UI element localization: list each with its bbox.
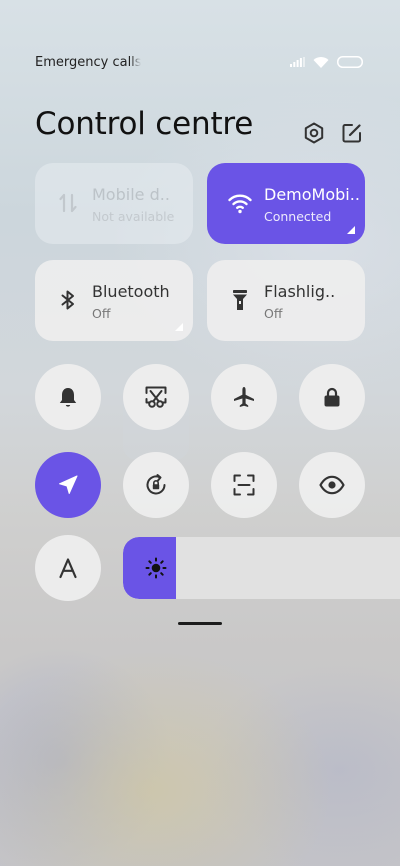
eye-icon bbox=[318, 471, 346, 499]
tile-status: Not available bbox=[92, 209, 175, 224]
tile-label: Bluetooth bbox=[92, 282, 170, 301]
wifi-icon bbox=[227, 190, 253, 216]
screenshot-scissors-icon bbox=[143, 384, 169, 410]
toggle-lock-screen[interactable] bbox=[299, 364, 365, 430]
wifi-icon bbox=[313, 56, 329, 68]
font-size-icon bbox=[56, 556, 80, 580]
location-icon bbox=[56, 473, 80, 497]
toggle-reading-mode[interactable] bbox=[299, 452, 365, 518]
tile-label: Mobile d.. bbox=[92, 185, 170, 204]
signal-icon bbox=[290, 57, 305, 67]
toggle-airplane-mode[interactable] bbox=[211, 364, 277, 430]
flashlight-icon bbox=[227, 287, 253, 313]
tile-wifi[interactable]: DemoMobi.. Connected bbox=[207, 163, 365, 244]
tile-mobile-data[interactable]: Mobile d.. Not available bbox=[35, 163, 193, 244]
toggle-scanner[interactable] bbox=[211, 452, 277, 518]
tile-label: Flashlig.. bbox=[264, 282, 336, 301]
tile-status: Off bbox=[92, 306, 111, 321]
expand-corner-icon bbox=[347, 226, 355, 234]
tile-status: Connected bbox=[264, 209, 332, 224]
status-icons bbox=[290, 56, 363, 68]
edit-icon bbox=[340, 121, 364, 145]
status-bar: Emergency calls only bbox=[35, 55, 365, 73]
brightness-slider[interactable] bbox=[123, 537, 400, 599]
tile-bluetooth[interactable]: Bluetooth Off bbox=[35, 260, 193, 341]
toggle-silent[interactable] bbox=[35, 364, 101, 430]
settings-button[interactable] bbox=[302, 121, 326, 145]
expand-corner-icon bbox=[175, 323, 183, 331]
lock-icon bbox=[320, 385, 344, 409]
bluetooth-icon bbox=[55, 287, 81, 313]
settings-icon bbox=[302, 121, 326, 145]
rotation-lock-icon bbox=[143, 472, 169, 498]
toggle-rotation-lock[interactable] bbox=[123, 452, 189, 518]
airplane-icon bbox=[231, 384, 257, 410]
home-indicator[interactable] bbox=[178, 622, 222, 625]
scanner-icon bbox=[231, 472, 257, 498]
toggle-screenshot[interactable] bbox=[123, 364, 189, 430]
toggle-font-size[interactable] bbox=[35, 535, 101, 601]
tile-label: DemoMobi.. bbox=[264, 185, 360, 204]
bell-icon bbox=[56, 385, 80, 409]
battery-icon bbox=[337, 56, 363, 68]
tile-status: Off bbox=[264, 306, 283, 321]
sun-icon bbox=[145, 557, 167, 579]
page-title: Control centre bbox=[35, 106, 254, 142]
edit-button[interactable] bbox=[340, 121, 364, 145]
tile-flashlight[interactable]: Flashlig.. Off bbox=[207, 260, 365, 341]
mobile-data-icon bbox=[55, 190, 81, 216]
toggle-location[interactable] bbox=[35, 452, 101, 518]
status-text: Emergency calls only bbox=[35, 55, 141, 70]
